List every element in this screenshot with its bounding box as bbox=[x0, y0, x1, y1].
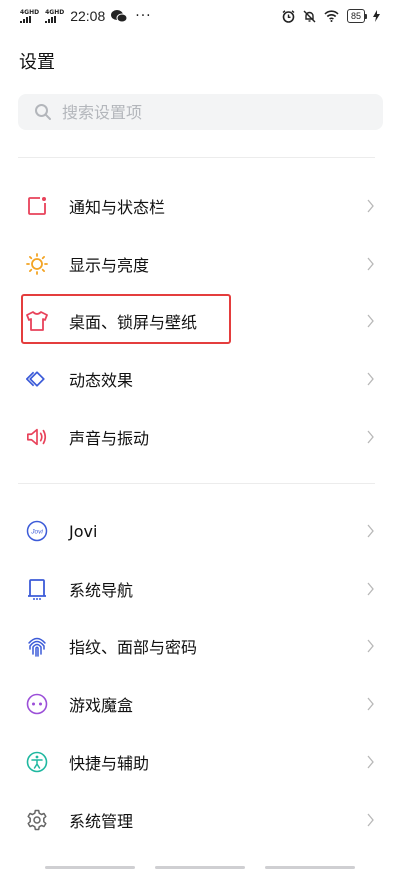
search-input[interactable] bbox=[60, 101, 364, 123]
accessibility-icon bbox=[26, 751, 48, 773]
settings-item-animations[interactable]: 动态效果 bbox=[0, 350, 400, 408]
settings-item-label: 指纹、面部与密码 bbox=[69, 638, 198, 657]
settings-item-shortcuts-accessibility[interactable]: 快捷与辅助 bbox=[0, 733, 400, 791]
signal-bars-icon bbox=[45, 16, 64, 23]
phone-navigation-icon bbox=[26, 578, 48, 600]
signal-indicator-2: 4GHD bbox=[45, 9, 64, 23]
speaker-icon bbox=[26, 426, 48, 448]
settings-item-fingerprint-face-password[interactable]: 指纹、面部与密码 bbox=[0, 617, 400, 675]
settings-item-system-navigation[interactable]: 系统导航 bbox=[0, 560, 400, 618]
wifi-icon bbox=[324, 10, 339, 22]
chevron-right-icon bbox=[367, 257, 374, 271]
settings-item-notifications[interactable]: 通知与状态栏 bbox=[0, 177, 400, 235]
settings-item-display[interactable]: 显示与亮度 bbox=[0, 235, 400, 293]
settings-item-sound-vibration[interactable]: 声音与振动 bbox=[0, 408, 400, 466]
divider bbox=[18, 157, 375, 158]
chevron-right-icon bbox=[367, 372, 374, 386]
settings-item-label: 游戏魔盒 bbox=[69, 696, 134, 715]
sun-icon bbox=[26, 253, 48, 275]
fingerprint-icon bbox=[26, 635, 48, 657]
chevron-right-icon bbox=[367, 639, 374, 653]
search-box[interactable] bbox=[18, 94, 383, 130]
wechat-icon bbox=[111, 10, 128, 23]
status-left: 4GHD 4GHD 22:08 ··· bbox=[20, 8, 152, 24]
chevron-right-icon bbox=[367, 314, 374, 328]
bottom-divider bbox=[155, 866, 245, 869]
status-time: 22:08 bbox=[70, 8, 106, 24]
chevron-right-icon bbox=[367, 430, 374, 444]
settings-item-label: 系统导航 bbox=[69, 581, 134, 600]
gear-icon bbox=[26, 809, 48, 831]
gamepad-icon bbox=[26, 693, 48, 715]
chevron-right-icon bbox=[367, 524, 374, 538]
diamond-chevrons-icon bbox=[26, 368, 48, 390]
divider bbox=[18, 483, 375, 484]
signal-label-1: 4GHD bbox=[20, 9, 40, 16]
mute-bell-icon bbox=[303, 10, 316, 22]
settings-item-label: 系统管理 bbox=[69, 812, 134, 831]
search-icon bbox=[35, 104, 51, 120]
page-title: 设置 bbox=[19, 52, 55, 73]
settings-item-label: 通知与状态栏 bbox=[69, 198, 166, 217]
bottom-divider bbox=[45, 866, 135, 869]
chevron-right-icon bbox=[367, 813, 374, 827]
settings-item-label: 动态效果 bbox=[69, 371, 134, 390]
chevron-right-icon bbox=[367, 697, 374, 711]
jovi-icon-text: Jovi bbox=[30, 529, 43, 536]
status-bar: 4GHD 4GHD 22:08 ··· 85 bbox=[0, 0, 400, 34]
highlight-box bbox=[21, 294, 231, 344]
chevron-right-icon bbox=[367, 582, 374, 596]
jovi-icon: Jovi bbox=[26, 520, 48, 542]
bottom-divider bbox=[265, 866, 355, 869]
chevron-right-icon bbox=[367, 199, 374, 213]
settings-item-label: 声音与振动 bbox=[69, 429, 150, 448]
charging-bolt-icon bbox=[373, 10, 380, 22]
settings-item-jovi[interactable]: Jovi Jovi bbox=[0, 502, 400, 560]
settings-item-label: 显示与亮度 bbox=[69, 256, 150, 275]
settings-item-label: 快捷与辅助 bbox=[69, 754, 150, 773]
alarm-icon bbox=[282, 9, 295, 23]
settings-item-system-management[interactable]: 系统管理 bbox=[0, 791, 400, 849]
notification-square-icon bbox=[26, 195, 48, 217]
settings-item-game-box[interactable]: 游戏魔盒 bbox=[0, 675, 400, 733]
status-right: 85 bbox=[282, 9, 380, 23]
signal-indicator-1: 4GHD bbox=[20, 9, 39, 23]
signal-label-2: 4GHD bbox=[45, 9, 65, 16]
chevron-right-icon bbox=[367, 755, 374, 769]
signal-bars-icon bbox=[20, 16, 39, 23]
battery-indicator: 85 bbox=[346, 9, 368, 23]
more-notifications-indicator: ··· bbox=[135, 8, 152, 24]
settings-item-label: Jovi bbox=[69, 521, 98, 541]
